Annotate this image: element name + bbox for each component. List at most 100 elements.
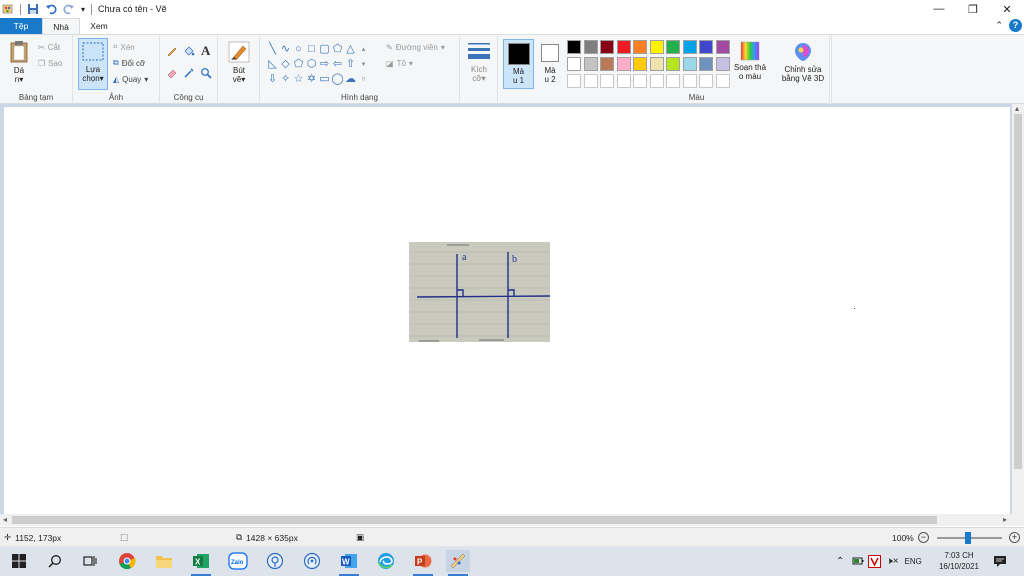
task-view-button[interactable] — [78, 550, 102, 572]
color-swatch[interactable] — [600, 57, 614, 71]
callout-oval-shape-icon[interactable]: ◯ — [331, 72, 344, 87]
color2-button[interactable]: Mà u 2 — [536, 39, 564, 89]
fill-bucket-icon[interactable] — [183, 45, 195, 57]
up-arrow-shape-icon[interactable]: ⇧ — [344, 57, 357, 72]
select-button[interactable]: Lựa chọn▾ — [78, 38, 108, 90]
language-indicator[interactable]: ENG — [905, 557, 922, 566]
custom-color-swatch[interactable] — [600, 74, 614, 88]
taskbar-paint[interactable] — [446, 550, 470, 576]
color-swatch[interactable] — [567, 40, 581, 54]
rounded-rectangle-shape-icon[interactable]: ▢ — [318, 42, 331, 57]
custom-color-swatch[interactable] — [699, 74, 713, 88]
color-swatch[interactable] — [633, 40, 647, 54]
undo-icon[interactable] — [45, 3, 57, 15]
oval-shape-icon[interactable]: ○ — [292, 42, 305, 57]
custom-color-swatch[interactable] — [682, 74, 697, 88]
tab-file[interactable]: Tệp — [0, 18, 42, 34]
six-point-star-shape-icon[interactable]: ✡ — [305, 72, 318, 87]
custom-color-swatch[interactable] — [715, 74, 730, 88]
size-button[interactable]: Kích cỡ▾ — [465, 41, 493, 83]
shapes-scroll-up-icon[interactable]: ▴ — [357, 42, 370, 57]
color-swatch[interactable] — [715, 40, 730, 54]
pentagon-shape-icon[interactable]: ⬠ — [292, 57, 305, 72]
copy-button[interactable]: ❐ Sao — [38, 57, 62, 69]
cut-button[interactable]: ✂ Cắt — [38, 41, 60, 53]
close-button[interactable]: ✕ — [990, 0, 1024, 18]
scroll-left-icon[interactable]: ◂ — [3, 515, 7, 524]
color-swatch[interactable] — [583, 40, 598, 54]
speaker-muted-icon[interactable]: 🕨× — [886, 556, 898, 567]
color-swatch[interactable] — [600, 40, 614, 54]
color-picker-icon[interactable] — [183, 67, 195, 79]
taskbar-clock[interactable]: 7:03 CH 16/10/2021 — [932, 550, 986, 572]
color-swatch[interactable] — [699, 40, 713, 54]
diamond-shape-icon[interactable]: ◇ — [279, 57, 292, 72]
edit-colors-button[interactable]: Soạn thả o màu — [730, 41, 770, 81]
line-shape-icon[interactable]: ╲ — [266, 42, 279, 57]
color-swatch[interactable] — [682, 57, 697, 71]
crop-button[interactable]: ⌗ Xén — [113, 41, 135, 53]
down-arrow-shape-icon[interactable]: ⇩ — [266, 72, 279, 87]
color-swatch[interactable] — [699, 57, 713, 71]
callout-cloud-shape-icon[interactable]: ☁ — [344, 72, 357, 87]
pencil-icon[interactable] — [166, 45, 178, 57]
pasted-photo[interactable]: a b — [409, 242, 550, 342]
taskbar-file-explorer[interactable] — [152, 550, 176, 572]
custom-color-swatch[interactable] — [616, 74, 631, 88]
battery-icon[interactable] — [852, 555, 864, 567]
color-swatch[interactable] — [649, 57, 664, 71]
notification-icon[interactable] — [993, 555, 1007, 568]
right-triangle-shape-icon[interactable]: ◺ — [266, 57, 279, 72]
curve-shape-icon[interactable]: ∿ — [279, 42, 292, 57]
fill-button[interactable]: ◪ Tô ▾ — [386, 57, 413, 69]
taskbar-excel[interactable]: X — [189, 550, 213, 576]
color-swatch[interactable] — [715, 57, 730, 71]
vertical-scroll-thumb[interactable] — [1014, 114, 1022, 469]
color-swatch[interactable] — [666, 40, 680, 54]
triangle-shape-icon[interactable]: △ — [344, 42, 357, 57]
color-swatch[interactable] — [682, 40, 697, 54]
taskbar-edge[interactable] — [374, 550, 398, 572]
resize-button[interactable]: ⧉ Đổi cỡ — [113, 57, 145, 69]
search-button[interactable] — [43, 550, 67, 572]
four-point-star-shape-icon[interactable]: ✧ — [279, 72, 292, 87]
vertical-scrollbar[interactable]: ▴ — [1012, 104, 1024, 514]
tab-home[interactable]: Nhà — [42, 18, 80, 34]
outline-button[interactable]: ✎ Đường viền ▾ — [386, 41, 445, 53]
color-swatch[interactable] — [583, 57, 598, 71]
tab-view[interactable]: Xem — [80, 18, 118, 34]
color-swatch[interactable] — [633, 57, 647, 71]
zoom-in-button[interactable]: + — [1009, 532, 1020, 543]
paste-button[interactable]: Dá n▾ — [6, 40, 32, 84]
taskbar-app-podcast[interactable] — [300, 550, 324, 572]
taskbar-app-globe[interactable] — [263, 550, 287, 572]
callout-rect-shape-icon[interactable]: ▭ — [318, 72, 331, 87]
rectangle-shape-icon[interactable]: □ — [305, 42, 318, 57]
save-icon[interactable] — [27, 3, 39, 15]
help-icon[interactable]: ? — [1009, 19, 1022, 32]
shapes-expand-icon[interactable]: ▿ — [357, 72, 370, 87]
taskbar-powerpoint[interactable]: P — [411, 550, 435, 576]
collapse-ribbon-icon[interactable]: ⌃ — [995, 20, 1003, 31]
horizontal-scrollbar[interactable]: ◂ ▸ — [0, 514, 1024, 526]
left-arrow-shape-icon[interactable]: ⇦ — [331, 57, 344, 72]
taskbar-zalo[interactable]: Zalo — [226, 550, 250, 572]
zoom-out-button[interactable]: − — [918, 532, 929, 543]
color-swatch[interactable] — [616, 57, 631, 71]
hexagon-shape-icon[interactable]: ⬡ — [305, 57, 318, 72]
scroll-up-icon[interactable]: ▴ — [1015, 104, 1019, 113]
customize-qa-icon[interactable]: ▾ — [81, 5, 85, 14]
shapes-scroll-down-icon[interactable]: ▾ — [357, 57, 370, 72]
custom-color-swatch[interactable] — [666, 74, 680, 88]
polygon-shape-icon[interactable]: ⬠ — [331, 42, 344, 57]
color-swatch[interactable] — [567, 57, 581, 71]
start-button[interactable] — [7, 550, 31, 572]
custom-color-swatch[interactable] — [633, 74, 647, 88]
redo-icon[interactable] — [63, 3, 75, 15]
taskbar-chrome[interactable] — [115, 550, 139, 572]
color-swatch[interactable] — [666, 57, 680, 71]
zoom-slider-thumb[interactable] — [965, 532, 971, 544]
color-swatch[interactable] — [649, 40, 664, 54]
five-point-star-shape-icon[interactable]: ☆ — [292, 72, 305, 87]
eraser-icon[interactable] — [166, 67, 178, 79]
